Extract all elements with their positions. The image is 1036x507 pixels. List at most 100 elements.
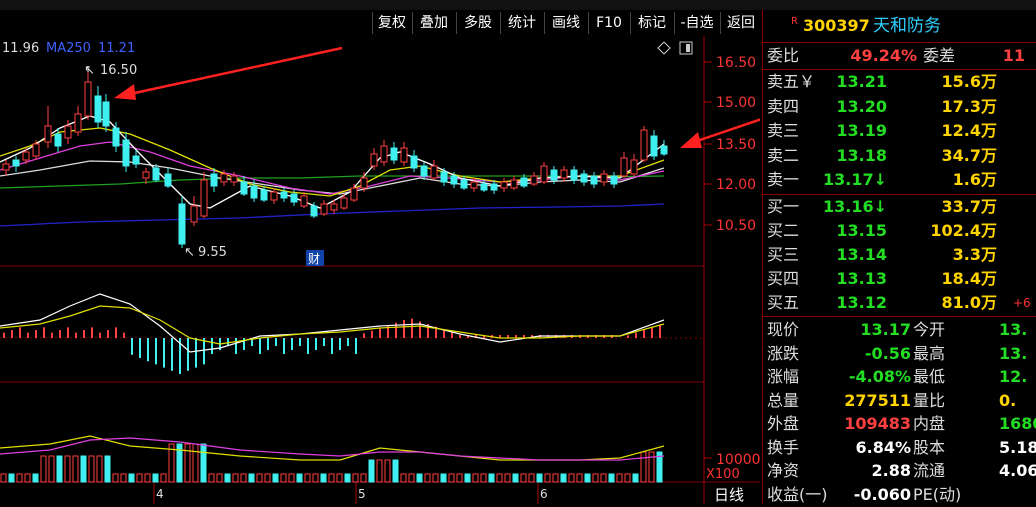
volume-bars: [0, 443, 663, 483]
volume-bar: [520, 473, 527, 483]
stat-label: 股本: [913, 437, 946, 457]
volume-bar: [280, 473, 287, 483]
draw-line-button[interactable]: 画线: [544, 12, 587, 34]
volume-bar: [400, 473, 407, 483]
fuquan-button[interactable]: 复权: [372, 12, 411, 34]
mark-button[interactable]: 标记: [630, 12, 673, 34]
candle-body: [580, 173, 588, 183]
volume-bar: [120, 473, 127, 483]
price-axis: 16.50 15.00 13.50 12.00 10.50 10000 X100: [704, 55, 760, 482]
stat-label: 内盘: [913, 414, 946, 433]
price-tick: 15.00: [716, 95, 756, 111]
ask-label: 卖一: [767, 170, 800, 189]
volume-bar: [456, 473, 463, 483]
ask-row[interactable]: 卖二 13.18 34.7万: [763, 144, 1036, 168]
volume-bar: [432, 473, 439, 483]
candle-body: [122, 139, 130, 167]
candle-body: [290, 193, 298, 203]
candle-body: [250, 185, 258, 199]
volume-bar: [544, 473, 551, 483]
volume-bar: [448, 473, 455, 483]
candle-body: [640, 129, 648, 161]
stat-row: 现价 13.17 今开 13.: [763, 318, 1036, 342]
candle-body: [240, 181, 248, 195]
bid-volume: 33.7万: [941, 197, 997, 216]
volume-bar: [464, 473, 471, 483]
bid-price: 13.14: [836, 245, 887, 264]
volume-bar: [184, 443, 191, 483]
ask-row[interactable]: 卖一 13.17↓ 1.6万: [763, 168, 1036, 192]
ask-row[interactable]: 卖四 13.20 17.3万: [763, 95, 1036, 119]
volume-bar: [32, 473, 39, 483]
candle-body: [540, 165, 548, 183]
candle-body: [590, 175, 598, 185]
volume-bar: [384, 459, 391, 483]
multi-stock-button[interactable]: 多股: [456, 12, 499, 34]
candle-body: [410, 155, 418, 169]
ask-label: 卖三: [767, 121, 800, 140]
bid-row[interactable]: 买五 13.12 81.0万 +6: [763, 291, 1036, 315]
stock-header: R 300397 天和防务: [763, 14, 1036, 38]
ask-volume: 17.3万: [941, 96, 997, 116]
candle-body: [22, 151, 30, 161]
bid-row[interactable]: 买二 13.15 102.4万: [763, 219, 1036, 243]
bid-row[interactable]: 买三 13.14 3.3万: [763, 243, 1036, 267]
diamond-icon[interactable]: [657, 41, 671, 55]
candle-body: [152, 167, 160, 181]
volume-bar: [424, 473, 431, 483]
stat-value: 277511: [844, 390, 911, 410]
back-button[interactable]: 返回: [720, 12, 761, 34]
volume-bar: [360, 473, 367, 483]
candlesticks: [2, 66, 668, 248]
chart-frames: [0, 36, 760, 504]
candle-body: [64, 125, 72, 139]
volume-bar: [16, 473, 23, 483]
ask-row[interactable]: 卖三 13.19 12.4万: [763, 119, 1036, 143]
volume-bar: [88, 455, 95, 483]
candle-body: [270, 191, 278, 201]
macd-histogram: [3, 318, 661, 374]
volume-bar: [536, 473, 543, 483]
period-label[interactable]: 日线: [714, 486, 744, 504]
ask-label: 卖五￥: [767, 72, 816, 91]
window-icon[interactable]: [679, 41, 693, 55]
ask-row[interactable]: 卖五￥ 13.21 15.6万: [763, 70, 1036, 94]
candle-body: [330, 203, 338, 211]
candle-body: [54, 133, 62, 147]
diff-label: 委差: [923, 46, 956, 65]
volume-bar: [504, 473, 511, 483]
volume-bar: [616, 473, 623, 483]
candle-body: [320, 203, 328, 215]
bid-price: 13.16↓: [822, 197, 887, 216]
kline-chart-area[interactable]: 16.50 15.00 13.50 12.00 10.50 10000 X100…: [0, 36, 760, 504]
volume-bar: [408, 473, 415, 483]
high-marker: 16.50: [100, 63, 137, 78]
finance-badge[interactable]: 财: [308, 252, 320, 266]
stat-row: 涨跌 -0.56 最高 13.: [763, 342, 1036, 366]
overlay-button[interactable]: 叠加: [412, 12, 455, 34]
volume-unit: X100: [706, 467, 740, 482]
bid-price: 13.15: [836, 221, 887, 240]
statistics-button[interactable]: 统计: [500, 12, 543, 34]
candle-body: [32, 143, 40, 157]
bid-volume: 3.3万: [952, 245, 997, 264]
diff-value: 11: [1002, 46, 1025, 65]
candle-body: [450, 175, 458, 185]
add-watchlist-button[interactable]: -自选: [674, 12, 719, 34]
volume-bar: [568, 473, 575, 483]
stock-name: 天和防务: [873, 16, 941, 36]
stat-label: 涨跌: [767, 343, 800, 363]
volume-bar: [240, 473, 247, 483]
candle-body: [520, 177, 528, 187]
candle-body: [220, 173, 228, 183]
candle-body: [164, 173, 172, 187]
bid-row[interactable]: 买四 13.13 18.4万: [763, 267, 1036, 291]
candle-body: [74, 113, 82, 133]
f10-button[interactable]: F10: [588, 12, 629, 34]
ratio-value: 49.24%: [850, 46, 917, 65]
bid-label: 买五: [767, 293, 800, 312]
bid-row[interactable]: 买一 13.16↓ 33.7万: [763, 195, 1036, 219]
stat-label: 外盘: [767, 414, 800, 433]
stat-value: -4.08%: [848, 367, 911, 386]
volume-bar: [440, 473, 447, 483]
